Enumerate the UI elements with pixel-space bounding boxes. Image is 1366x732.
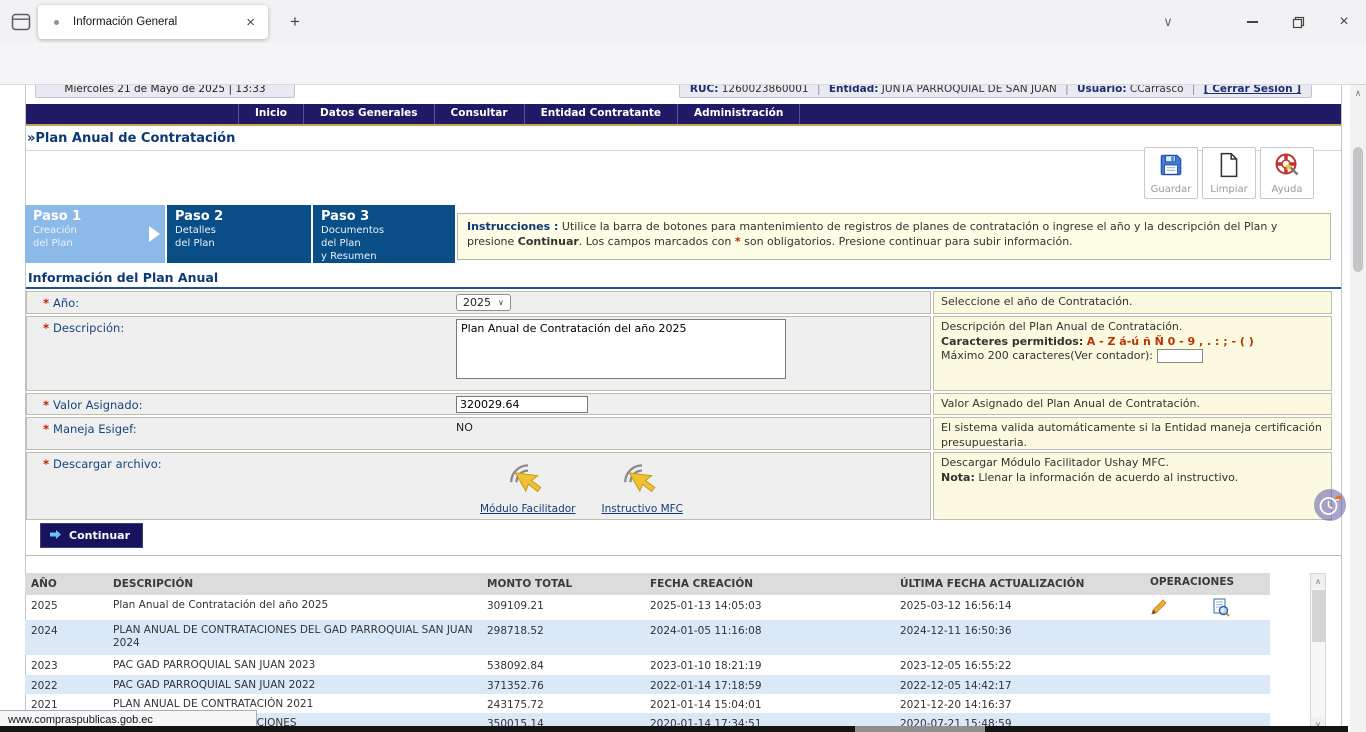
close-window-button[interactable]: × — [1328, 8, 1360, 36]
plan-form: *Año: 2025∨ Seleccione el año de Contrat… — [26, 291, 1332, 520]
current-datetime: Miércoles 21 de Mayo de 2025 | 13:33 — [35, 85, 295, 98]
step-arrow-icon — [149, 226, 160, 242]
usuario-label: Usuario: — [1077, 85, 1127, 95]
scroll-up-icon[interactable]: ∧ — [1311, 574, 1325, 588]
menu-item-datos-generales[interactable]: Datos Generales — [304, 104, 435, 124]
ruc-value: 1260023860001 — [722, 85, 809, 95]
section-divider — [26, 287, 1341, 289]
menu-item-inicio[interactable]: Inicio — [238, 104, 304, 124]
chevron-down-icon: ∨ — [498, 298, 504, 307]
table-scrollbar[interactable]: ∧ ∨ — [1310, 573, 1326, 732]
header-anio: AÑO — [25, 573, 110, 595]
table-row: 2024 PLAN ANUAL DE CONTRATACIONES DEL GA… — [25, 620, 1270, 655]
menu-item-entidad-contratante[interactable]: Entidad Contratante — [525, 104, 678, 124]
new-tab-button[interactable]: + — [282, 9, 308, 35]
firefox-view-icon[interactable] — [9, 10, 33, 34]
logout-link[interactable]: [ Cerrar Sesión ] — [1204, 85, 1301, 95]
esigef-value: NO — [452, 418, 930, 449]
valor-help: Valor Asignado del Plan Anual de Contrat… — [933, 393, 1332, 415]
header-ultima-actualizacion: ÚLTIMA FECHA ACTUALIZACIÓN — [895, 573, 1145, 595]
descargar-help: Descargar Módulo Facilitador Ushay MFC. … — [933, 452, 1332, 520]
page-title: »Plan Anual de Contratación — [27, 131, 235, 146]
form-row-valor: *Valor Asignado: Valor Asignado del Plan… — [26, 393, 1332, 415]
session-info: RUC: 1260023860001 | Entidad: JUNTA PARR… — [679, 85, 1312, 98]
tab-favicon-dot-icon — [54, 20, 59, 25]
step-2-detalles: Paso 2 Detalles del Plan — [167, 205, 311, 263]
table-row: 2023 PAC GAD PARROQUIAL SAN JUAN 2023 53… — [25, 655, 1270, 675]
restore-button[interactable] — [1282, 8, 1314, 36]
click-download-icon — [505, 457, 551, 502]
floppy-disk-icon — [1158, 152, 1184, 182]
continue-arrow-icon — [49, 529, 62, 543]
web-page: Miércoles 21 de Mayo de 2025 | 13:33 RUC… — [0, 85, 1366, 732]
click-download-icon — [619, 457, 665, 502]
anio-label: *Año: — [27, 292, 452, 313]
section-title: Información del Plan Anual — [28, 270, 218, 285]
tab-title: Información General — [73, 16, 243, 28]
modulo-facilitador-link[interactable]: Módulo Facilitador — [480, 457, 575, 515]
plans-table: AÑO DESCRIPCIÓN MONTO TOTAL FECHA CREACI… — [25, 573, 1270, 732]
tab-close-icon[interactable]: × — [243, 14, 258, 31]
content-right-border — [1341, 85, 1342, 726]
table-row: 2022 PAC GAD PARROQUIAL SAN JUAN 2022 37… — [25, 675, 1270, 694]
descargar-label: *Descargar archivo: — [27, 453, 452, 519]
header-descripcion: DESCRIPCIÓN — [110, 573, 485, 595]
descripcion-textarea[interactable]: Plan Anual de Contratación del año 2025 — [456, 319, 786, 379]
main-scrollbar[interactable]: ∧ — [1350, 85, 1366, 732]
form-row-esigef: *Maneja Esigef: NO El sistema valida aut… — [26, 417, 1332, 450]
descripcion-label: *Descripción: — [27, 317, 452, 390]
form-row-descargar: *Descargar archivo: Módulo Facilitador I… — [26, 452, 1332, 520]
ruc-label: RUC: — [690, 85, 719, 95]
blank-page-icon — [1218, 152, 1240, 182]
bottom-strip — [0, 726, 1348, 732]
limpiar-button[interactable]: Limpiar — [1202, 147, 1256, 199]
entidad-label: Entidad: — [829, 85, 879, 95]
esigef-help: El sistema valida automáticamente si la … — [933, 417, 1332, 450]
main-menu: Inicio Datos Generales Consultar Entidad… — [26, 104, 1341, 124]
menu-gold-line — [26, 124, 1341, 126]
lifebuoy-help-icon — [1273, 152, 1301, 182]
header-fecha-creacion: FECHA CREACIÓN — [645, 573, 895, 595]
form-row-descripcion: *Descripción: Plan Anual de Contratación… — [26, 316, 1332, 391]
entidad-value: JUNTA PARROQUIAL DE SAN JUAN — [882, 85, 1057, 95]
valor-label: *Valor Asignado: — [27, 394, 452, 414]
ayuda-button[interactable]: Ayuda — [1260, 147, 1314, 199]
preview-document-icon[interactable] — [1212, 598, 1230, 620]
section-separator — [26, 555, 1341, 556]
anio-help: Seleccione el año de Contratación. — [933, 291, 1332, 314]
clock-extension-widget[interactable] — [1312, 487, 1348, 523]
main-scrollbar-thumb[interactable] — [1353, 147, 1363, 272]
step-1-creacion: Paso 1 Creación del Plan — [25, 205, 165, 263]
bottom-strip-segment — [855, 726, 985, 732]
descripcion-help: Descripción del Plan Anual de Contrataci… — [933, 316, 1332, 391]
instructions-box: Instrucciones : Utilice la barra de boto… — [457, 213, 1331, 260]
instructivo-mfc-link[interactable]: Instructivo MFC — [601, 457, 683, 515]
form-row-anio: *Año: 2025∨ Seleccione el año de Contrat… — [26, 291, 1332, 314]
valor-input[interactable] — [456, 396, 588, 413]
step-3-documentos: Paso 3 Documentos del Plan y Resumen — [313, 205, 455, 263]
table-header: AÑO DESCRIPCIÓN MONTO TOTAL FECHA CREACI… — [25, 573, 1270, 595]
edit-pencil-icon[interactable] — [1150, 598, 1168, 619]
scroll-up-icon[interactable]: ∧ — [1350, 88, 1366, 99]
table-row: 2025 Plan Anual de Contratación del año … — [25, 595, 1270, 620]
browser-toolbar: ← → × https://www.compraspublicas.gob.ec… — [0, 43, 1366, 85]
header-monto: MONTO TOTAL — [485, 573, 645, 595]
header-operaciones: OPERACIONES — [1145, 573, 1270, 595]
guardar-button[interactable]: Guardar — [1144, 147, 1198, 199]
anio-select[interactable]: 2025∨ — [456, 294, 511, 311]
table-scrollbar-thumb[interactable] — [1312, 590, 1325, 642]
list-tabs-chevron-icon[interactable]: ∨ — [1152, 8, 1184, 36]
browser-tab[interactable]: Información General × — [38, 5, 268, 39]
continuar-button[interactable]: Continuar — [40, 523, 143, 548]
menu-item-consultar[interactable]: Consultar — [435, 104, 525, 124]
esigef-label: *Maneja Esigef: — [27, 418, 452, 449]
browser-titlebar: Información General × + ∨ × — [0, 0, 1366, 43]
minimize-button[interactable] — [1236, 8, 1268, 36]
usuario-value: CCarrasco — [1130, 85, 1184, 95]
char-counter-box — [1157, 349, 1203, 363]
menu-item-administracion[interactable]: Administración — [678, 104, 800, 124]
